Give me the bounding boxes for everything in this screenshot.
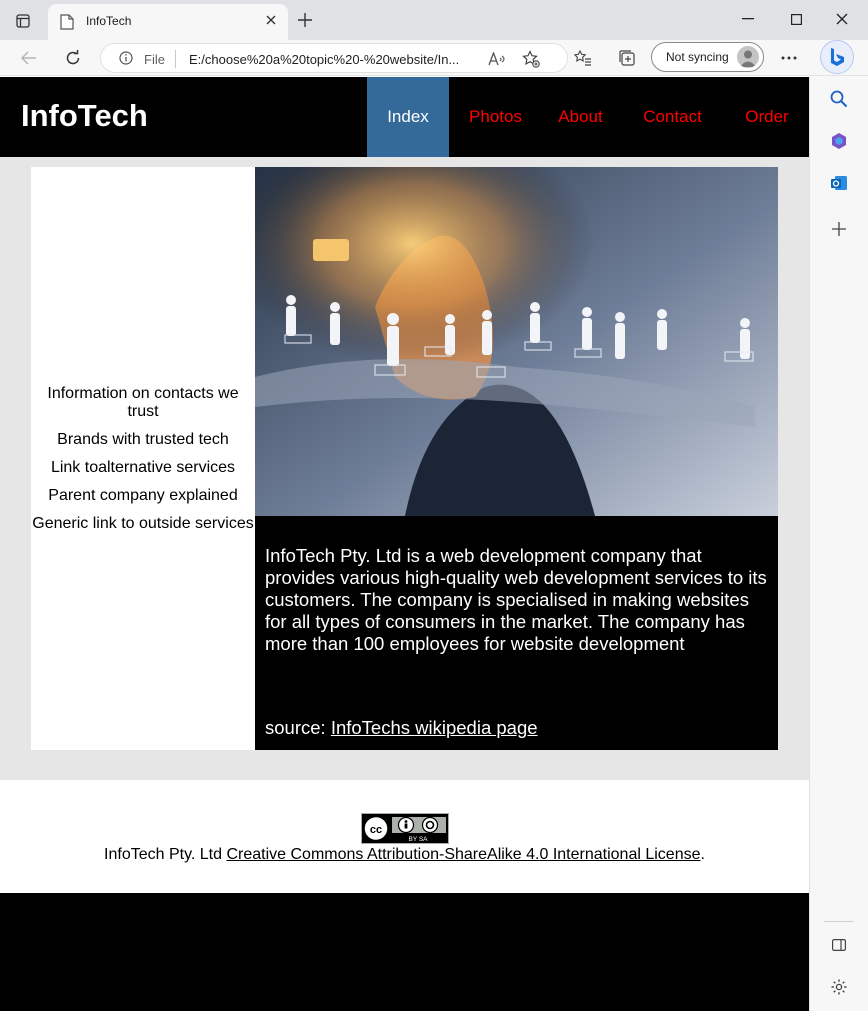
nav-photos[interactable]: Photos [449, 77, 542, 157]
sync-status-label: Not syncing [666, 50, 729, 64]
footer-period: . [700, 846, 705, 863]
avatar-icon [737, 46, 759, 68]
minimize-icon[interactable] [738, 10, 758, 28]
page-bottom-area [0, 893, 809, 1011]
browser-titlebar: InfoTech [0, 0, 868, 40]
license-link[interactable]: Creative Commons Attribution-ShareAlike … [226, 846, 700, 863]
sidebar-links: Information on contacts we trust Brands … [31, 385, 255, 543]
collections-icon[interactable] [614, 46, 640, 70]
hero-image [255, 167, 778, 516]
source-line: source: InfoTechs wikipedia page [265, 717, 538, 739]
web-page: InfoTech Index Photos About Contact Orde… [0, 77, 809, 1011]
source-prefix: source: [265, 717, 331, 738]
favorites-icon[interactable] [570, 46, 596, 70]
settings-gear-icon[interactable] [828, 976, 850, 998]
read-aloud-icon[interactable] [487, 49, 507, 69]
hide-sidebar-icon[interactable] [828, 934, 850, 956]
nav-order[interactable]: Order [726, 77, 808, 157]
profile-sync-button[interactable]: Not syncing [651, 42, 764, 72]
browser-tab[interactable]: InfoTech [48, 4, 288, 40]
close-tab-icon[interactable] [262, 11, 280, 29]
site-header: InfoTech Index Photos About Contact Orde… [0, 77, 809, 157]
nav-about[interactable]: About [542, 77, 619, 157]
sidebar-link-outside-services[interactable]: Generic link to outside services [31, 515, 255, 533]
search-icon[interactable] [828, 88, 850, 110]
more-menu-icon[interactable] [776, 46, 802, 70]
tab-title: InfoTech [86, 14, 132, 28]
sidebar-link-brands[interactable]: Brands with trusted tech [31, 431, 255, 449]
address-separator [175, 50, 176, 68]
address-scheme-label: File [144, 52, 165, 67]
info-icon[interactable] [119, 51, 133, 65]
tab-actions-icon[interactable] [12, 10, 34, 32]
footer-license-text: InfoTech Pty. Ltd Creative Commons Attri… [0, 846, 809, 864]
maximize-icon[interactable] [786, 10, 806, 28]
company-description: InfoTech Pty. Ltd is a web development c… [265, 545, 767, 654]
refresh-icon[interactable] [60, 46, 86, 70]
outlook-icon[interactable] [828, 172, 850, 194]
nav-contact[interactable]: Contact [619, 77, 726, 157]
address-url[interactable]: E:/choose%20a%20topic%20-%20website/In..… [189, 52, 459, 67]
add-favorite-icon[interactable] [521, 49, 541, 69]
bing-copilot-icon[interactable] [820, 40, 854, 74]
cc-badge-text: BY SA [408, 836, 428, 843]
add-app-icon[interactable] [828, 218, 850, 240]
footer-company: InfoTech Pty. Ltd [104, 846, 227, 863]
edge-sidebar [809, 76, 868, 1011]
address-bar[interactable]: File E:/choose%20a%20topic%20-%20website… [100, 43, 568, 73]
sidebar-link-contacts[interactable]: Information on contacts we trust [31, 385, 255, 421]
wikipedia-link[interactable]: InfoTechs wikipedia page [331, 717, 538, 738]
sidebar: Information on contacts we trust Brands … [31, 167, 255, 750]
site-logo[interactable]: InfoTech [21, 98, 148, 134]
company-info-panel: InfoTech Pty. Ltd is a web development c… [255, 516, 778, 750]
sidebar-link-parent-company[interactable]: Parent company explained [31, 487, 255, 505]
back-arrow-icon[interactable] [16, 46, 42, 70]
new-tab-icon[interactable] [296, 11, 314, 29]
nav-index[interactable]: Index [367, 77, 449, 157]
document-icon [60, 14, 74, 30]
sidebar-link-alternatives[interactable]: Link toalternative services [31, 459, 255, 477]
office-icon[interactable] [828, 130, 850, 152]
browser-toolbar: File E:/choose%20a%20topic%20-%20website… [0, 40, 868, 76]
site-footer: cc BY SA InfoTech Pty. Ltd Creative Comm… [0, 780, 809, 893]
svg-text:cc: cc [370, 824, 382, 836]
sidebar-divider [824, 921, 854, 922]
close-window-icon[interactable] [832, 10, 852, 28]
main-nav: Index Photos About Contact Order [367, 77, 808, 157]
main-content: Information on contacts we trust Brands … [31, 167, 778, 750]
cc-license-badge[interactable]: cc BY SA [361, 813, 449, 844]
